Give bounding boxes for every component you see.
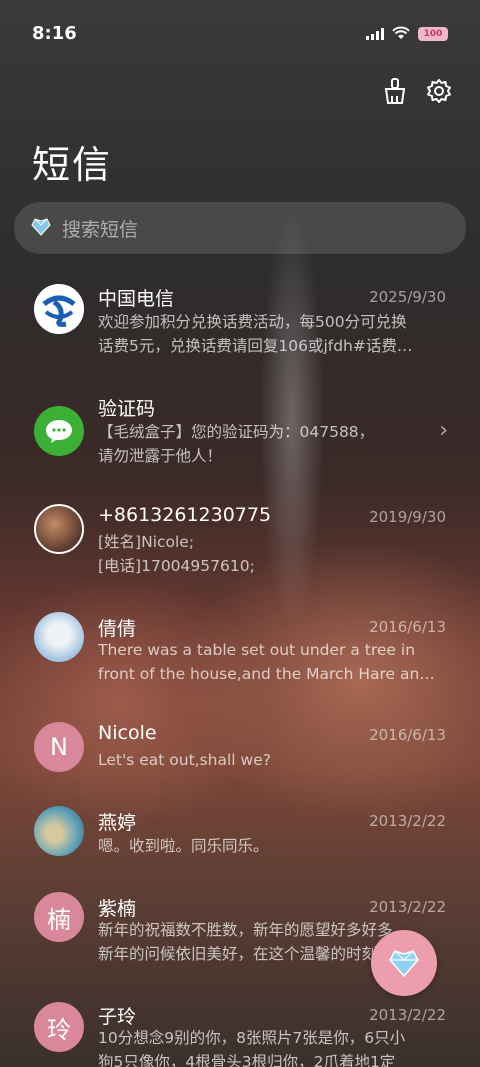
contact-name: Nicole <box>98 722 157 744</box>
list-item[interactable]: +8613261230775 2019/9/30 [姓名]Nicole; [电话… <box>0 492 480 602</box>
contact-name: 燕婷 <box>98 812 137 834</box>
avatar: 玲 <box>34 1002 84 1052</box>
message-preview: 10分想念9别的你，8张照片7张是你，6只小 狗5只像你，4根骨头3根归你，2爪… <box>98 1029 406 1067</box>
settings-gear-icon[interactable] <box>426 78 452 104</box>
avatar: 楠 <box>34 892 84 942</box>
avatar-letter: N <box>50 733 68 761</box>
message-date: 2025/9/30 <box>369 288 446 306</box>
contact-name: 子玲 <box>98 1006 137 1028</box>
contact-name: 中国电信 <box>98 288 175 310</box>
search-input[interactable]: 搜索短信 <box>14 202 466 254</box>
list-item[interactable]: 倩倩 2016/6/13 There was a table set out u… <box>0 602 480 712</box>
telecom-logo-icon <box>34 284 84 334</box>
message-date: 2013/2/22 <box>369 898 446 916</box>
status-time: 8:16 <box>32 22 77 44</box>
list-item[interactable]: 验证码 【毛绒盒子】您的验证码为：047588， 请勿泄露于他人！ › <box>0 382 480 492</box>
message-preview: There was a table set out under a tree i… <box>98 641 435 683</box>
message-preview: [姓名]Nicole; [电话]17004957610; <box>98 533 255 575</box>
page-title: 短信 <box>32 143 113 187</box>
contact-name: 倩倩 <box>98 618 137 640</box>
chat-bubble-icon <box>46 420 72 443</box>
list-item[interactable]: 燕婷 2013/2/22 嗯。收到啦。同乐同乐。 <box>0 798 480 884</box>
message-date: 2013/2/22 <box>369 1006 446 1024</box>
message-preview: Let's eat out,shall we? <box>98 751 271 769</box>
search-placeholder: 搜索短信 <box>62 218 139 241</box>
chevron-right-icon: › <box>439 418 448 443</box>
message-preview: 欢迎参加积分兑换话费活动，每500分可兑换 话费5元，兑换话费请回复106或jf… <box>98 313 413 355</box>
heart-gem-icon <box>389 950 419 978</box>
avatar: N <box>34 722 84 772</box>
list-item[interactable]: N Nicole 2016/6/13 Let's eat out,shall w… <box>0 712 480 798</box>
avatar-letter: 玲 <box>47 1015 71 1044</box>
heart-gem-icon <box>30 215 52 241</box>
contact-name: 紫楠 <box>98 898 137 920</box>
battery-icon: 100 <box>418 27 448 41</box>
message-preview: 【毛绒盒子】您的验证码为：047588， 请勿泄露于他人！ <box>98 423 375 465</box>
message-date: 2013/2/22 <box>369 812 446 830</box>
list-item[interactable]: 玲 子玲 2013/2/22 10分想念9别的你，8张照片7张是你，6只小 狗5… <box>0 990 480 1067</box>
status-icons: 100 <box>366 25 448 44</box>
avatar <box>34 284 84 334</box>
avatar <box>34 504 84 554</box>
new-message-button[interactable] <box>371 930 437 996</box>
avatar <box>34 806 84 856</box>
clean-brush-icon[interactable] <box>382 78 408 104</box>
message-preview: 嗯。收到啦。同乐同乐。 <box>98 837 269 855</box>
avatar-letter: 楠 <box>47 905 71 934</box>
signal-icon <box>366 28 384 40</box>
message-date: 2019/9/30 <box>369 508 446 526</box>
contact-name: 验证码 <box>98 398 156 420</box>
avatar <box>34 406 84 456</box>
wifi-icon <box>392 25 410 44</box>
avatar <box>34 612 84 662</box>
list-item[interactable]: 中国电信 2025/9/30 欢迎参加积分兑换话费活动，每500分可兑换 话费5… <box>0 272 480 382</box>
status-bar: 8:16 100 <box>0 0 480 68</box>
message-date: 2016/6/13 <box>369 618 446 636</box>
contact-name: +8613261230775 <box>98 504 272 526</box>
top-actions <box>382 78 452 104</box>
message-date: 2016/6/13 <box>369 726 446 744</box>
